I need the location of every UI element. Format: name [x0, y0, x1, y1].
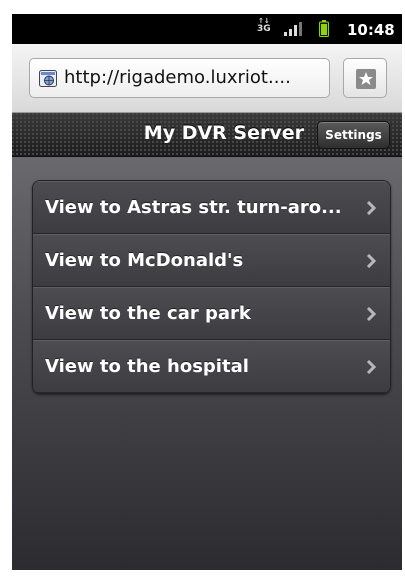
signal-strength-icon [284, 22, 302, 36]
battery-icon [319, 20, 329, 37]
chevron-right-icon [366, 254, 376, 268]
url-text: http://rigademo.luxriot.... [64, 67, 291, 88]
list-item-label: View to McDonald's [45, 250, 244, 271]
list-item-camera-car-park[interactable]: View to the car park [33, 287, 390, 340]
list-item-camera-hospital[interactable]: View to the hospital [33, 340, 390, 393]
app-header: My DVR Server Settings [12, 113, 402, 157]
browser-toolbar: http://rigademo.luxriot.... [12, 44, 402, 113]
list-item-label: View to Astras str. turn-aro... [45, 197, 342, 218]
status-clock: 10:48 [347, 21, 395, 39]
url-field[interactable]: http://rigademo.luxriot.... [29, 58, 330, 98]
camera-list-page: View to Astras str. turn-aro... View to … [12, 157, 402, 570]
list-item-label: View to the hospital [45, 356, 249, 377]
page-title: My DVR Server [143, 122, 304, 144]
phone-screen: ↑↓ 3G 10:48 http://rigademo.luxriot.... [12, 14, 402, 570]
chevron-right-icon [366, 307, 376, 321]
bookmark-star-icon [356, 69, 376, 89]
chevron-right-icon [366, 201, 376, 215]
bookmark-button[interactable] [343, 58, 387, 98]
camera-list: View to Astras str. turn-aro... View to … [32, 180, 391, 394]
settings-button[interactable]: Settings [317, 121, 390, 149]
list-item-camera-mcdonalds[interactable]: View to McDonald's [33, 234, 390, 287]
list-item-label: View to the car park [45, 303, 251, 324]
list-item-camera-astras[interactable]: View to Astras str. turn-aro... [33, 181, 390, 234]
site-icon [39, 70, 57, 87]
network-type-icon: ↑↓ 3G [257, 17, 271, 34]
chevron-right-icon [366, 360, 376, 374]
status-bar: ↑↓ 3G 10:48 [12, 14, 402, 44]
